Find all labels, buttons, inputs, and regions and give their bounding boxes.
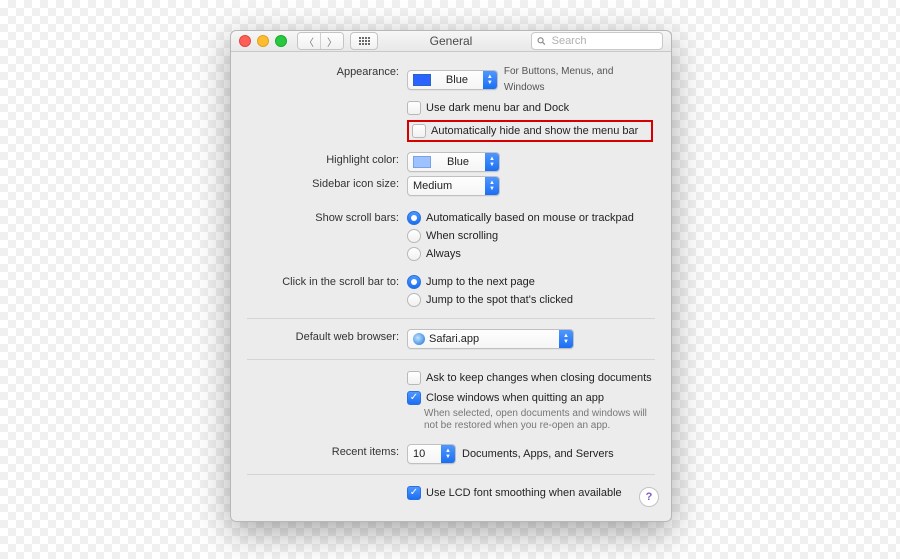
close-windows-checkbox[interactable]: ✓ Close windows when quitting an app [407,390,653,406]
help-icon: ? [646,491,653,503]
highlight-label: Highlight color: [249,152,407,168]
back-button[interactable]: 〈 [298,33,320,49]
separator [247,359,655,360]
appearance-label: Appearance: [249,64,407,80]
highlight-annotation: Automatically hide and show the menu bar [407,120,653,142]
lcd-smoothing-checkbox[interactable]: ✓ Use LCD font smoothing when available [407,485,653,501]
click-jumpspot-radio[interactable]: Jump to the spot that's clicked [407,292,653,308]
show-all-button[interactable] [350,32,378,50]
search-icon [537,36,546,46]
recent-items-value: 10 [413,446,425,462]
close-windows-label: Close windows when quitting an app [426,390,604,406]
close-windows-note: When selected, open documents and window… [424,408,653,432]
sidebar-size-popup[interactable]: Medium ▲▼ [407,176,500,196]
scroll-auto-radio[interactable]: Automatically based on mouse or trackpad [407,210,653,226]
checkbox-checked-icon: ✓ [407,391,421,405]
nav-segment: 〈 〉 [297,32,344,50]
checkbox-icon [407,101,421,115]
highlight-swatch-icon [413,156,431,168]
scroll-always-radio[interactable]: Always [407,246,653,262]
dark-menubar-checkbox[interactable]: Use dark menu bar and Dock [407,100,653,116]
scroll-when-label: When scrolling [426,228,498,244]
highlight-color-popup[interactable]: Blue ▲▼ [407,152,500,172]
safari-icon [413,333,425,345]
radio-icon [407,211,421,225]
close-icon[interactable] [239,35,251,47]
ask-changes-checkbox[interactable]: Ask to keep changes when closing documen… [407,370,653,386]
checkbox-icon [407,371,421,385]
content-area: Appearance: Blue ▲▼ For Buttons, Menus, … [231,52,671,515]
blue-swatch-icon [413,74,431,86]
chevron-updown-icon: ▲▼ [485,177,499,195]
titlebar: 〈 〉 General [231,31,671,52]
ask-changes-label: Ask to keep changes when closing documen… [426,370,652,386]
separator [247,318,655,319]
browser-label: Default web browser: [249,329,407,345]
radio-icon [407,275,421,289]
chevron-updown-icon: ▲▼ [483,71,497,89]
chevron-updown-icon: ▲▼ [485,153,499,171]
search-field[interactable] [531,32,663,50]
preferences-window: 〈 〉 General Appearance: Blue [230,30,672,522]
separator [247,474,655,475]
radio-icon [407,293,421,307]
recent-items-label: Recent items: [249,444,407,460]
autohide-menubar-label: Automatically hide and show the menu bar [431,123,638,139]
click-nextpage-radio[interactable]: Jump to the next page [407,274,653,290]
checkbox-icon [412,124,426,138]
scroll-always-label: Always [426,246,461,262]
scrollbars-label: Show scroll bars: [249,210,407,226]
window-controls [239,35,287,47]
clickscroll-label: Click in the scroll bar to: [249,274,407,290]
appearance-hint: For Buttons, Menus, and Windows [504,64,653,96]
browser-value: Safari.app [429,331,479,347]
grid-icon [359,37,370,45]
minimize-icon[interactable] [257,35,269,47]
scroll-when-radio[interactable]: When scrolling [407,228,653,244]
checkbox-checked-icon: ✓ [407,486,421,500]
sidebar-size-value: Medium [413,178,452,194]
recent-items-popup[interactable]: 10 ▲▼ [407,444,456,464]
forward-button[interactable]: 〉 [320,33,343,49]
search-input[interactable] [550,34,657,48]
chevron-updown-icon: ▲▼ [559,330,573,348]
appearance-popup[interactable]: Blue ▲▼ [407,70,498,90]
radio-icon [407,229,421,243]
chevron-updown-icon: ▲▼ [441,445,455,463]
zoom-icon[interactable] [275,35,287,47]
click-nextpage-label: Jump to the next page [426,274,535,290]
autohide-menubar-checkbox[interactable]: Automatically hide and show the menu bar [412,123,648,139]
appearance-value: Blue [446,72,468,88]
dark-menubar-label: Use dark menu bar and Dock [426,100,569,116]
radio-icon [407,247,421,261]
scroll-auto-label: Automatically based on mouse or trackpad [426,210,634,226]
highlight-value: Blue [447,154,469,170]
lcd-smoothing-label: Use LCD font smoothing when available [426,485,622,501]
recent-items-suffix: Documents, Apps, and Servers [462,446,614,462]
default-browser-popup[interactable]: Safari.app ▲▼ [407,329,574,349]
click-jumpspot-label: Jump to the spot that's clicked [426,292,573,308]
sidebar-size-label: Sidebar icon size: [249,176,407,192]
help-button[interactable]: ? [639,487,659,507]
